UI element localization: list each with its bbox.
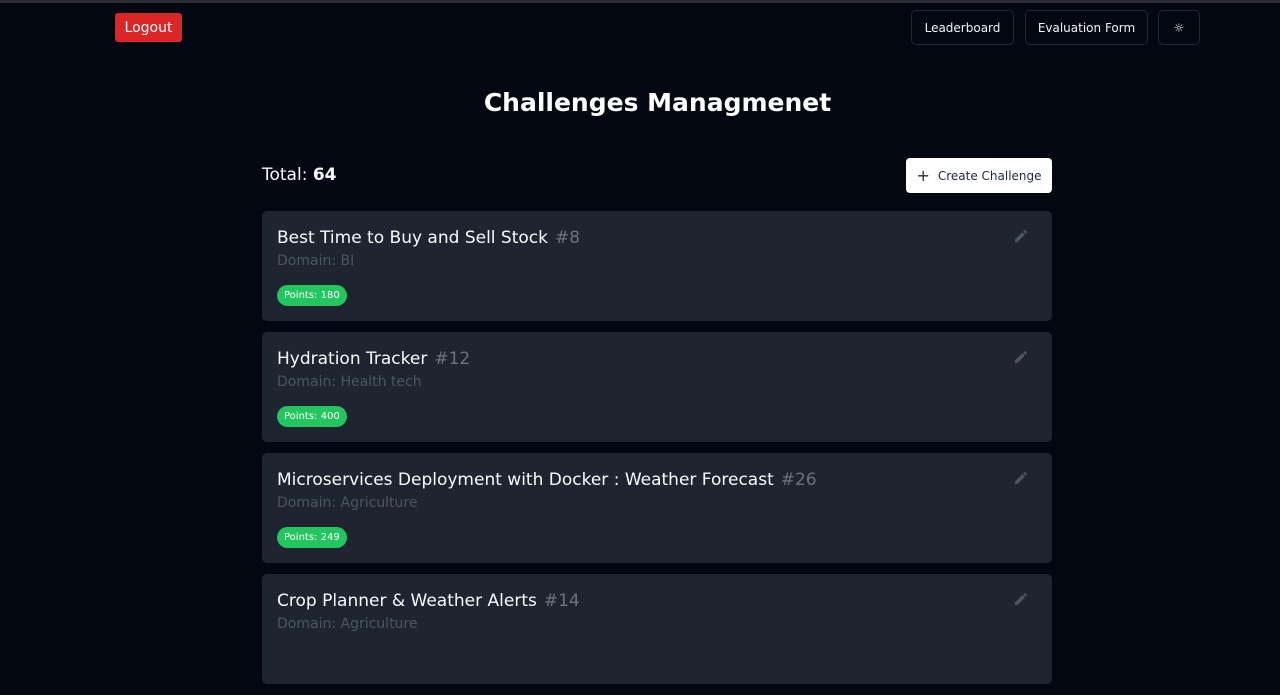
evaluation-form-button[interactable]: Evaluation Form: [1025, 10, 1148, 45]
challenge-title: Hydration Tracker: [277, 349, 428, 369]
challenge-card[interactable]: Crop Planner & Weather Alerts #14 Domain…: [262, 574, 1052, 684]
domain-label: Domain:: [277, 616, 337, 632]
domain-value: Health tech: [340, 374, 422, 390]
sun-icon: ☼: [1173, 20, 1185, 35]
logout-button[interactable]: Logout: [115, 13, 182, 42]
top-border: [0, 0, 1280, 3]
challenge-card[interactable]: Hydration Tracker #12 Domain: Health tec…: [262, 332, 1052, 442]
domain-value: BI: [340, 253, 355, 269]
challenge-domain: Domain: Agriculture: [277, 495, 418, 511]
points-badge: Points: 249: [277, 527, 347, 548]
challenge-domain: Domain: Health tech: [277, 374, 422, 390]
pencil-icon[interactable]: [1013, 470, 1029, 486]
pencil-icon[interactable]: [1013, 591, 1029, 607]
points-value: 249: [320, 532, 340, 543]
domain-value: Agriculture: [340, 616, 418, 632]
points-label: Points:: [284, 290, 318, 301]
pencil-icon[interactable]: [1013, 228, 1029, 244]
create-challenge-button[interactable]: + Create Challenge: [906, 158, 1052, 193]
plus-icon: +: [916, 165, 930, 185]
challenge-title: Crop Planner & Weather Alerts: [277, 591, 537, 611]
points-badge: Points: 180: [277, 285, 347, 306]
page-title: Challenges Managmenet: [483, 88, 832, 117]
points-value: 400: [320, 411, 340, 422]
challenge-domain: Domain: Agriculture: [277, 616, 418, 632]
create-challenge-label: Create Challenge: [937, 168, 1042, 183]
domain-label: Domain:: [277, 495, 337, 511]
challenge-title: Microservices Deployment with Docker : W…: [277, 470, 774, 490]
total-value: 64: [312, 165, 337, 185]
domain-label: Domain:: [277, 253, 337, 269]
challenge-id: #26: [780, 470, 817, 490]
points-badge: Points: 400: [277, 406, 347, 427]
domain-label: Domain:: [277, 374, 337, 390]
challenge-card[interactable]: Best Time to Buy and Sell Stock #8 Domai…: [262, 211, 1052, 321]
total-label: Total:: [262, 165, 308, 185]
challenge-list: Best Time to Buy and Sell Stock #8 Domai…: [262, 211, 1052, 695]
challenge-id: #8: [554, 228, 581, 248]
challenge-id: #14: [543, 591, 580, 611]
challenge-domain: Domain: BI: [277, 253, 354, 269]
pencil-icon[interactable]: [1013, 349, 1029, 365]
points-value: 180: [320, 290, 340, 301]
challenge-id: #12: [434, 349, 471, 369]
challenge-card[interactable]: Microservices Deployment with Docker : W…: [262, 453, 1052, 563]
total-count: Total: 64: [262, 165, 337, 185]
theme-toggle-button[interactable]: ☼: [1158, 10, 1200, 45]
challenge-title: Best Time to Buy and Sell Stock: [277, 228, 548, 248]
domain-value: Agriculture: [340, 495, 418, 511]
points-label: Points:: [284, 532, 318, 543]
points-label: Points:: [284, 411, 318, 422]
leaderboard-button[interactable]: Leaderboard: [911, 10, 1014, 45]
